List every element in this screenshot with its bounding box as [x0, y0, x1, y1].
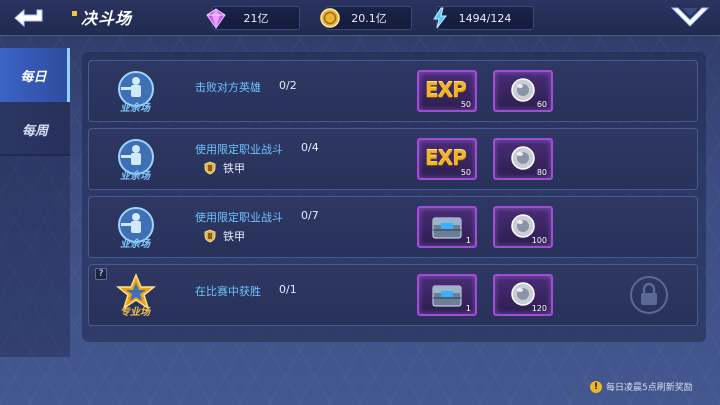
mission-row: 业余场 使用限定职业战斗 0/4 铁甲 EXP 50 80: [88, 128, 698, 190]
page-title-wrap: 决斗场: [72, 6, 132, 28]
class-name: 铁甲: [223, 162, 245, 175]
reward-silver-medal[interactable]: 80: [493, 138, 553, 180]
reward-silver-medal[interactable]: 100: [493, 206, 553, 248]
diamond-counter[interactable]: 21亿: [206, 6, 300, 30]
energy-value: 1494/124: [458, 11, 512, 25]
mission-description: 使用限定职业战斗: [195, 143, 283, 156]
mission-progress: 0/4: [301, 141, 319, 154]
chevron-down-icon: [670, 7, 710, 27]
coin-counter[interactable]: 20.1亿: [320, 6, 412, 30]
reward-qty: 50: [460, 100, 471, 109]
lock-icon[interactable]: [629, 275, 669, 315]
reward-qty: 60: [536, 100, 547, 109]
mission-description: 击败对方英雄: [195, 81, 261, 94]
tab-daily-label: 每日: [20, 69, 47, 85]
top-bar: 决斗场 21亿 20.1亿 1494/124: [0, 0, 720, 36]
diamond-value: 21亿: [243, 12, 269, 25]
back-arrow-icon: [14, 8, 43, 28]
back-button[interactable]: [8, 4, 52, 32]
reward-silver-medal[interactable]: 60: [493, 70, 553, 112]
reward-qty: 1: [465, 236, 471, 245]
sidebar-background: [0, 154, 70, 357]
mission-progress: 0/7: [301, 209, 319, 222]
mission-row: ? 专业场 在比赛中获胜 0/1 1 120: [88, 264, 698, 326]
reward-qty: 1: [465, 304, 471, 313]
reward-qty: 100: [531, 236, 547, 245]
reward-supply-chest[interactable]: 1: [417, 274, 477, 316]
mission-progress: 0/1: [279, 283, 297, 296]
armor-class-icon: [204, 161, 216, 175]
emblem-label: 业余场: [120, 171, 150, 182]
reward-exp[interactable]: EXP 50: [417, 70, 477, 112]
mission-progress: 0/2: [279, 79, 297, 92]
tab-weekly-label: 每周: [21, 123, 48, 139]
help-icon[interactable]: ?: [95, 268, 107, 280]
coin-value: 20.1亿: [351, 12, 387, 25]
reward-qty: 120: [531, 304, 547, 313]
sidebar: 每日 每周: [0, 48, 72, 156]
exp-icon: EXP: [425, 146, 467, 170]
reward-silver-medal[interactable]: 120: [493, 274, 553, 316]
refresh-note: ! 每日凌晨5点刷新奖励: [590, 380, 693, 393]
mission-row: 业余场 击败对方英雄 0/2 EXP 50 60: [88, 60, 698, 122]
armor-class-icon: [204, 229, 216, 243]
info-icon: !: [590, 380, 602, 393]
class-requirement: 铁甲: [203, 228, 245, 244]
emblem-label: 业余场: [120, 103, 150, 114]
mission-description: 在比赛中获胜: [195, 285, 261, 298]
reward-exp[interactable]: EXP 50: [417, 138, 477, 180]
reward-qty: 50: [460, 168, 471, 177]
coin-icon: [320, 8, 340, 28]
mission-description: 使用限定职业战斗: [195, 211, 283, 224]
energy-counter[interactable]: 1494/124: [433, 6, 534, 30]
reward-supply-chest[interactable]: 1: [417, 206, 477, 248]
emblem-label: 业余场: [120, 239, 150, 250]
emblem-label: 专业场: [120, 307, 150, 318]
menu-button[interactable]: [668, 2, 712, 32]
energy-icon: [433, 7, 447, 29]
page-title: 决斗场: [81, 9, 133, 28]
class-name: 铁甲: [223, 230, 245, 243]
diamond-icon: [206, 8, 226, 29]
title-dot-icon: [72, 10, 77, 16]
reward-qty: 80: [536, 168, 547, 177]
tab-weekly[interactable]: 每周: [0, 102, 70, 156]
mission-row: 业余场 使用限定职业战斗 0/7 铁甲 1 100: [88, 196, 698, 258]
refresh-note-text: 每日凌晨5点刷新奖励: [606, 383, 693, 393]
exp-icon: EXP: [425, 78, 467, 102]
class-requirement: 铁甲: [203, 160, 245, 176]
game-screen: 决斗场 21亿 20.1亿 1494/124 每日 每周 业余场 击败对方英雄 …: [0, 0, 720, 405]
tab-daily[interactable]: 每日: [0, 48, 70, 102]
